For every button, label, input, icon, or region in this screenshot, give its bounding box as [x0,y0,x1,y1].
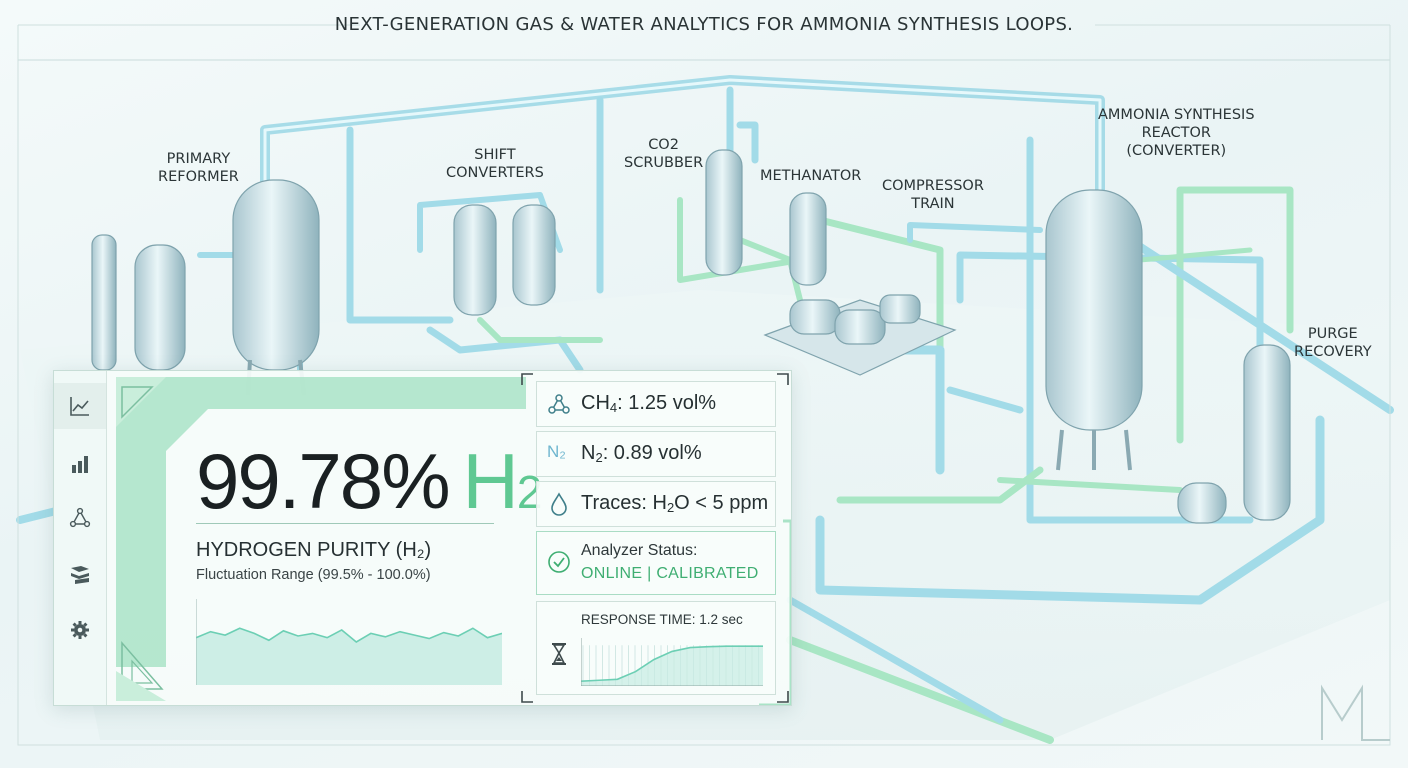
page-headline: NEXT-GENERATION GAS & WATER ANALYTICS FO… [334,14,1074,35]
analyzer-dashboard: 99.78% H2 HYDROGEN PURITY (H₂) Fluctuatio… [53,370,792,706]
hourglass-icon [552,643,566,665]
status-value: ONLINE | CALIBRATED [581,565,759,582]
nav-bars[interactable] [54,441,106,487]
label-purge-recovery: PURGE RECOVERY [1294,326,1372,360]
label-compressor-train: COMPRESSOR TRAIN [882,178,984,212]
purity-sparkline [196,599,502,685]
response-curve [581,638,763,686]
metric-analyzer-status: Analyzer Status: ONLINE | CALIBRATED [536,531,776,595]
hydrogen-purity-value: 99.78% H2 [196,437,543,525]
check-circle-icon [548,551,570,573]
metric-ch4: CH4: 1.25 vol% [536,381,776,427]
bar-chart-icon [72,456,88,473]
brand-watermark [1321,684,1390,741]
status-label: Analyzer Status: [581,542,698,559]
metric-n2: N₂ N2: 0.89 vol% [536,431,776,477]
label-methanator: METHANATOR [760,168,862,184]
purity-title: HYDROGEN PURITY (H₂) [196,539,432,561]
label-ammonia-reactor: AMMONIA SYNTHESIS REACTOR (CONVERTER) [1098,107,1255,159]
nitrogen-icon: N₂ [547,442,566,461]
label-primary-reformer: PRIMARY REFORMER [158,151,239,185]
line-chart-icon [70,397,89,416]
nav-trend[interactable] [54,383,106,429]
metric-traces: Traces: H2O < 5 ppm [536,481,776,527]
nav-settings[interactable] [54,607,106,653]
nav-layers[interactable] [54,551,106,597]
network-icon [69,507,91,528]
side-nav [54,371,107,705]
gear-icon [71,621,89,639]
layers-icon [71,566,89,584]
water-drop-icon [551,492,567,516]
nav-network[interactable] [54,495,106,541]
divider [196,523,494,524]
response-time-label: RESPONSE TIME: 1.2 sec [581,612,743,627]
label-shift-converters: SHIFT CONVERTERS [446,147,544,181]
label-co2-scrubber: CO2 SCRUBBER [624,137,704,171]
purity-range: Fluctuation Range (99.5% - 100.0%) [196,567,431,583]
metric-response-time: RESPONSE TIME: 1.2 sec [536,601,776,695]
molecule-icon [548,394,570,414]
